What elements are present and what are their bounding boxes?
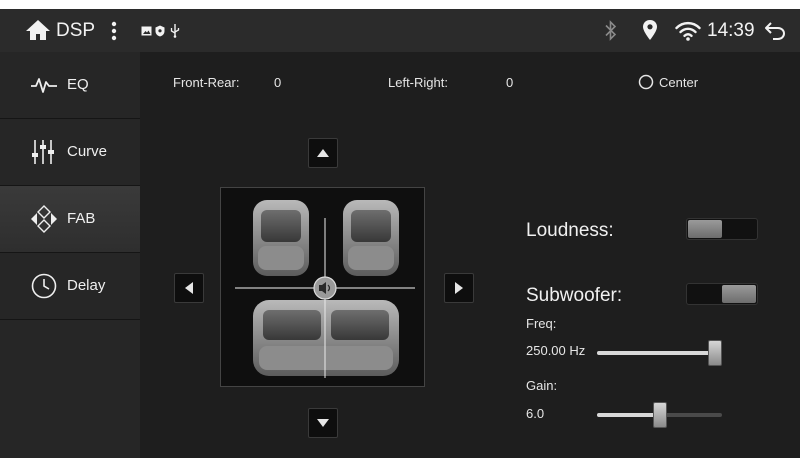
sidebar-item-curve[interactable]: Curve [0,119,140,186]
gain-slider[interactable] [597,402,722,428]
front-rear-value: 0 [274,75,282,90]
freq-slider-thumb[interactable] [708,340,722,366]
image-notification-icon [141,26,152,36]
wifi-icon [675,21,701,41]
sidebar-item-label: FAB [67,210,96,227]
rear-arrow-button[interactable] [308,408,338,438]
freq-label: Freq: [526,316,557,331]
car-seats-diagram [235,200,415,378]
left-arrow-button[interactable] [174,273,204,303]
more-options-icon[interactable] [110,21,118,41]
sidebar: EQ Curve FAB Delay [0,52,140,458]
sidebar-item-eq[interactable]: EQ [0,52,140,119]
center-radio[interactable] [638,74,654,90]
sidebar-item-fab[interactable]: FAB [0,186,140,253]
gain-value: 6.0 [526,406,545,421]
seat-balance-panel[interactable] [220,187,425,387]
sidebar-item-label: Curve [67,143,108,160]
balance-point-speaker-icon[interactable] [313,276,337,300]
waveform-icon [31,78,57,93]
bluetooth-icon [605,20,617,41]
subwoofer-toggle[interactable] [686,283,758,305]
location-icon [643,20,657,40]
shield-notification-icon [155,25,165,37]
clock-icon [31,273,57,299]
front-rear-label: Front-Rear: [173,75,240,90]
status-bar: DSP 14:39 [0,9,800,52]
left-right-label: Left-Right: [388,75,448,90]
triangle-down-icon [317,419,329,427]
usb-icon [170,24,180,38]
home-icon[interactable] [25,19,51,41]
gain-slider-fill [597,413,660,417]
triangle-up-icon [317,149,329,157]
loudness-toggle[interactable] [686,218,758,240]
rear-bench-seat [253,300,399,376]
triangle-left-icon [185,282,193,294]
gain-slider-thumb[interactable] [653,402,667,428]
left-right-value: 0 [506,75,514,90]
triangle-right-icon [455,282,463,294]
fab-panel: Front-Rear: 0 Left-Right: 0 Center Loudn… [140,52,800,458]
front-left-seat [253,200,309,276]
front-arrow-button[interactable] [308,138,338,168]
fader-balance-icon [31,205,57,233]
right-arrow-button[interactable] [444,273,474,303]
equalizer-sliders-icon [32,140,54,164]
loudness-label: Loudness: [526,220,614,241]
center-label: Center [659,75,699,90]
dsp-screen: DSP 14:39 EQ Curve FAB Delay Front-Rear:… [0,9,800,458]
clock: 14:39 [707,20,755,41]
sidebar-item-label: Delay [67,277,106,294]
front-right-seat [343,200,399,276]
toggle-knob [722,285,756,303]
freq-value: 250.00 Hz [526,343,586,358]
toggle-knob [688,220,722,238]
gain-label: Gain: [526,378,558,393]
back-icon[interactable] [764,21,786,41]
freq-slider[interactable] [597,340,722,366]
app-title: DSP [56,20,96,41]
subwoofer-label: Subwoofer: [526,285,623,306]
sidebar-item-label: EQ [67,76,89,93]
freq-slider-fill [597,351,715,355]
sidebar-item-delay[interactable]: Delay [0,253,140,320]
